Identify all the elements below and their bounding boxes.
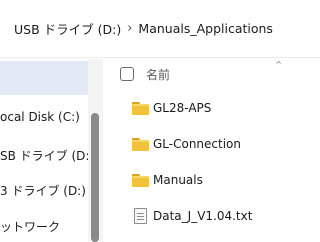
nav-item-label: 3 ドライブ (D:)	[0, 183, 86, 198]
column-header-label: 名前	[146, 68, 171, 82]
nav-item-label: ocal Disk (C:)	[0, 110, 80, 124]
breadcrumb: USB ドライブ (D:) › Manuals_Applications	[0, 0, 320, 58]
list-item[interactable]: GL28-APS	[104, 91, 320, 125]
nav-item-usb-drive-2[interactable]: 3 ドライブ (D:)	[0, 173, 88, 207]
file-name: GL-Connection	[153, 137, 242, 151]
nav-item-local-disk[interactable]: ocal Disk (C:)	[0, 100, 88, 134]
file-list: 名前 ⌃ GL28-APS GL-Connection Manuals Data…	[104, 59, 320, 242]
folder-icon	[132, 173, 149, 187]
nav-item-label: SB ドライブ (D:)	[0, 148, 88, 163]
select-all-checkbox[interactable]	[120, 67, 134, 81]
list-item[interactable]: Manuals	[104, 163, 320, 197]
column-header-name[interactable]: 名前 ⌃	[104, 59, 320, 89]
chevron-up-icon[interactable]: ⌃	[274, 59, 283, 72]
nav-scrollbar-thumb[interactable]	[91, 113, 99, 242]
folder-icon	[132, 101, 149, 115]
nav-item-label: ットワーク	[0, 219, 61, 234]
text-file-icon	[134, 208, 147, 224]
nav-item-network[interactable]: ットワーク	[0, 209, 88, 242]
list-item[interactable]: GL-Connection	[104, 127, 320, 161]
chevron-right-icon[interactable]: ›	[127, 21, 132, 36]
file-name: GL28-APS	[153, 101, 212, 115]
file-name: Manuals	[153, 173, 203, 187]
list-item[interactable]: Data_J_V1.04.txt	[104, 199, 320, 233]
file-name: Data_J_V1.04.txt	[153, 209, 253, 223]
nav-item-usb-drive[interactable]: SB ドライブ (D:)	[0, 138, 88, 172]
folder-icon	[132, 137, 149, 151]
breadcrumb-folder[interactable]: Manuals_Applications	[138, 21, 273, 36]
nav-item-blank[interactable]	[0, 61, 88, 95]
breadcrumb-drive[interactable]: USB ドライブ (D:)	[14, 19, 121, 38]
